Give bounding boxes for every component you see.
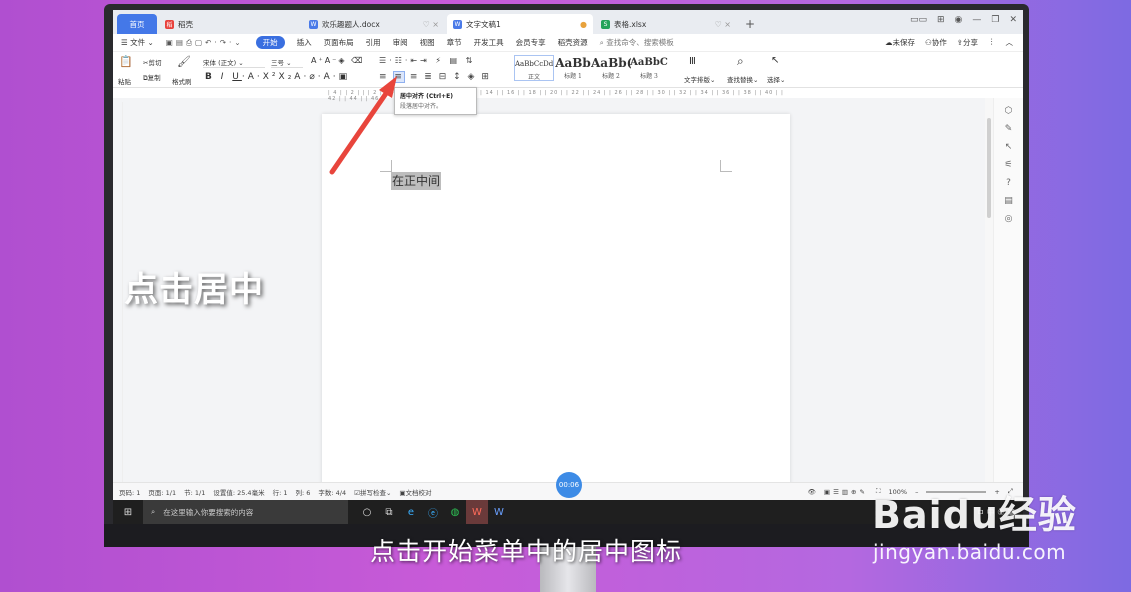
watermark-logo: Baidu经验 bbox=[872, 493, 1077, 537]
video-timer: 00:06 bbox=[556, 472, 582, 498]
video-subtitle: 点击开始菜单中的居中图标 bbox=[370, 537, 683, 566]
watermark-url: jingyan.baidu.com bbox=[873, 540, 1067, 564]
caption-left: 点击居中 bbox=[124, 270, 264, 310]
